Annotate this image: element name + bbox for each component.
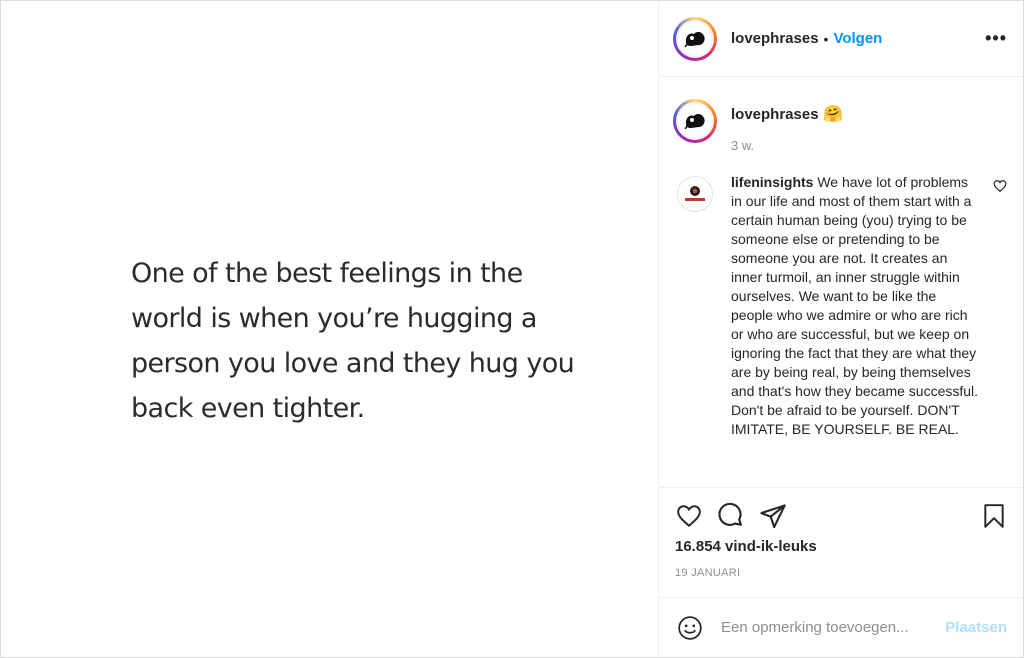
post-header: lovephrases • Volgen ••• bbox=[659, 1, 1023, 77]
comment-item: lifeninsights We have lot of problems in… bbox=[673, 173, 1007, 439]
post-window: One of the best feelings in the world is… bbox=[0, 0, 1024, 658]
add-comment-bar: Plaatsen bbox=[659, 597, 1023, 657]
post-date[interactable]: 19 JANUARI bbox=[675, 567, 1007, 579]
post-sidebar: lovephrases • Volgen ••• lovephrases 🤗 3… bbox=[659, 1, 1023, 657]
comment-bubble-icon[interactable] bbox=[717, 502, 745, 530]
caption-username[interactable]: lovephrases bbox=[731, 106, 819, 123]
separator-dot: • bbox=[823, 30, 829, 47]
comment-input[interactable] bbox=[719, 618, 946, 637]
hugging-emoji: 🤗 bbox=[823, 106, 843, 123]
likes-count[interactable]: 16.854 vind-ik-leuks bbox=[675, 538, 1007, 555]
caption-time[interactable]: 3 w. bbox=[731, 138, 843, 153]
comments-list[interactable]: lovephrases 🤗 3 w. lifeninsights We have… bbox=[659, 77, 1023, 487]
share-send-icon[interactable] bbox=[759, 502, 787, 530]
comment-avatar[interactable] bbox=[677, 176, 713, 212]
comment-text: We have lot of problems in our life and … bbox=[731, 174, 979, 437]
caption-avatar[interactable] bbox=[673, 99, 717, 143]
quote-text: One of the best feelings in the world is… bbox=[131, 258, 575, 424]
follow-button[interactable]: Volgen bbox=[833, 30, 882, 47]
comment-username[interactable]: lifeninsights bbox=[731, 174, 813, 190]
caption: lovephrases 🤗 3 w. bbox=[673, 99, 1007, 153]
emoji-smiley-icon[interactable] bbox=[677, 615, 703, 641]
post-comment-button[interactable]: Plaatsen bbox=[945, 619, 1007, 636]
action-bar: 16.854 vind-ik-leuks 19 JANUARI bbox=[659, 487, 1023, 597]
avatar-image bbox=[677, 20, 713, 57]
header-username[interactable]: lovephrases bbox=[731, 30, 819, 47]
post-image[interactable]: One of the best feelings in the world is… bbox=[1, 1, 659, 657]
comment-like-heart-icon[interactable] bbox=[993, 179, 1007, 198]
more-options-icon[interactable]: ••• bbox=[985, 28, 1007, 49]
avatar-image bbox=[677, 103, 713, 139]
like-heart-icon[interactable] bbox=[675, 503, 703, 529]
profile-avatar[interactable] bbox=[673, 16, 717, 61]
bookmark-icon[interactable] bbox=[981, 502, 1007, 530]
